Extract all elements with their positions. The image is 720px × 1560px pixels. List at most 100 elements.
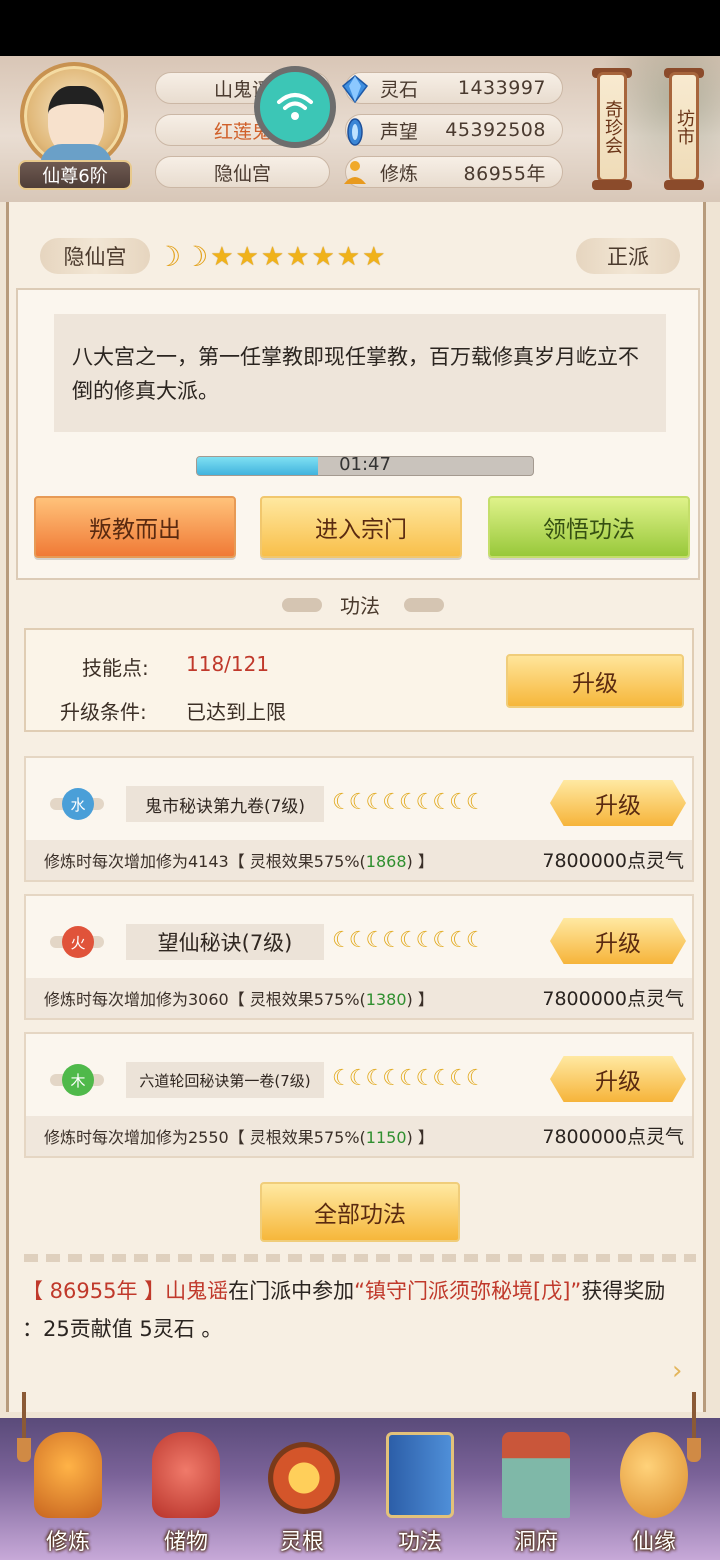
- stat-prestige: 声望 45392508: [345, 114, 563, 146]
- moon-icon: ☾: [415, 790, 436, 815]
- nav-label: 储物: [163, 1530, 208, 1555]
- moon-icon: ☾: [332, 1066, 352, 1091]
- gourd-icon: [620, 1432, 688, 1518]
- stat-label: 灵石: [380, 78, 419, 101]
- book-icon: [386, 1432, 454, 1518]
- stat-label: 修炼: [380, 162, 419, 185]
- storage-bag-icon: [152, 1432, 220, 1518]
- pavilion-icon: [502, 1432, 570, 1518]
- technique-header: 火 望仙秘诀(7级) ☾☾☾☾☾☾☾☾☾ 升级: [26, 896, 692, 978]
- effect-text-end: ) 】: [406, 990, 434, 1009]
- moon-icon: ☾: [432, 928, 452, 953]
- moon-icon: ☾: [398, 928, 419, 953]
- shop-market-button[interactable]: 坊市: [669, 72, 699, 182]
- star-icon: ★: [336, 241, 361, 272]
- star-icon: ★: [235, 241, 259, 272]
- log-player: 山鬼谣: [165, 1279, 229, 1303]
- sect-alignment-tag: 正派: [576, 238, 680, 274]
- moon-icon: ☽: [156, 240, 182, 273]
- effect-bonus: 1150: [365, 1128, 407, 1147]
- leave-sect-button[interactable]: 叛教而出: [34, 496, 236, 558]
- technique-row: 水 鬼市秘诀第九卷(7级) ☾☾☾☾☾☾☾☾☾ 升级 修炼时每次增加修为4143…: [24, 756, 694, 882]
- nav-spirit-root[interactable]: 灵根: [252, 1428, 352, 1556]
- nav-cultivate[interactable]: 修炼: [18, 1428, 118, 1556]
- chevron-right-icon[interactable]: ›: [672, 1356, 702, 1390]
- nav-cave[interactable]: 洞府: [486, 1428, 586, 1556]
- nav-label: 灵根: [279, 1530, 324, 1555]
- log-reward-label: 获得奖励: [581, 1279, 666, 1303]
- skill-points-value: 118/121: [186, 652, 270, 676]
- all-techniques-button[interactable]: 全部功法: [260, 1182, 460, 1242]
- nav-fortune[interactable]: 仙缘: [604, 1428, 704, 1556]
- moon-icon: ☾: [348, 790, 369, 815]
- water-element-icon: 水: [62, 788, 94, 820]
- log-year: 【 86955年 】: [22, 1279, 166, 1303]
- moon-icon: ☾: [365, 928, 385, 953]
- technique-upgrade-button[interactable]: 升级: [550, 918, 686, 964]
- wifi-icon: [277, 93, 313, 120]
- sect-description-card: 八大宫之一，第一任掌教即现任掌教，百万载修真岁月屹立不倒的修真大派。 01:47…: [16, 288, 700, 580]
- technique-moons: ☾☾☾☾☾☾☾☾☾: [332, 928, 486, 953]
- technique-moons: ☾☾☾☾☾☾☾☾☾: [332, 790, 486, 815]
- nav-label: 仙缘: [631, 1530, 676, 1555]
- scroll-cap: [592, 180, 632, 190]
- meditate-icon: [344, 161, 366, 184]
- scroll-cap: [664, 180, 704, 190]
- prestige-icon: [347, 118, 363, 146]
- effect-text-end: ) 】: [406, 1128, 434, 1147]
- player-sect-pill: 隐仙宫: [155, 156, 330, 188]
- moon-icon: ☾: [465, 790, 486, 815]
- spirit-root-icon: [268, 1442, 340, 1514]
- stat-value: 1433997: [457, 77, 546, 99]
- stat-value: 45392508: [445, 119, 546, 141]
- technique-name: 鬼市秘诀第九卷(7级): [126, 786, 324, 822]
- stat-value: 86955年: [463, 162, 546, 185]
- enter-sect-button[interactable]: 进入宗门: [260, 496, 462, 558]
- floating-wifi-button[interactable]: [254, 66, 336, 148]
- moon-icon: ☾: [382, 1066, 402, 1091]
- cultivate-icon: [34, 1432, 102, 1518]
- comprehend-skill-button[interactable]: 领悟功法: [488, 496, 690, 558]
- moon-icon: ☾: [398, 1066, 419, 1091]
- upgrade-condition-value: 已达到上限: [186, 700, 286, 724]
- nav-label: 功法: [397, 1530, 442, 1555]
- bottom-nav: 修炼 储物 灵根 功法 洞府 仙缘: [0, 1392, 720, 1560]
- moon-icon: ☾: [365, 790, 385, 815]
- technique-row: 木 六道轮回秘诀第一卷(7级) ☾☾☾☾☾☾☾☾☾ 升级 修炼时每次增加修为25…: [24, 1032, 694, 1158]
- shop-rare-button[interactable]: 奇珍会: [597, 72, 627, 182]
- technique-cost: 7800000点灵气: [542, 1126, 684, 1148]
- effect-text: 修炼时每次增加修为3060【 灵根效果575%(: [44, 990, 366, 1009]
- technique-moons: ☾☾☾☾☾☾☾☾☾: [332, 1066, 486, 1091]
- log-event: “镇守门派须弥秘境[戊]”: [354, 1279, 582, 1303]
- element-badge: 火: [48, 922, 104, 962]
- effect-text-end: ) 】: [406, 852, 434, 871]
- moon-icon: ☾: [382, 790, 402, 815]
- star-icon: ★: [311, 241, 335, 272]
- divider-ornament: [404, 598, 444, 612]
- nav-storage[interactable]: 储物: [136, 1428, 236, 1556]
- skill-upgrade-button[interactable]: 升级: [506, 654, 684, 708]
- moon-icon: ☾: [398, 790, 419, 815]
- skill-points-card: 技能点: 118/121 升级条件: 已达到上限 升级: [24, 628, 694, 732]
- technique-cost: 7800000点灵气: [542, 850, 684, 872]
- fire-element-icon: 火: [62, 926, 94, 958]
- nav-label: 修炼: [45, 1530, 90, 1555]
- star-icon: ★: [362, 241, 386, 272]
- ornament-line: [24, 1254, 696, 1262]
- technique-name: 六道轮回秘诀第一卷(7级): [126, 1062, 324, 1098]
- technique-effect: 修炼时每次增加修为4143【 灵根效果575%(1868) 】: [44, 848, 434, 872]
- element-badge: 木: [48, 1060, 104, 1100]
- stat-cultivation: 修炼 86955年: [344, 156, 563, 188]
- sect-name-tag: 隐仙宫: [40, 238, 150, 274]
- moon-icon: ☾: [432, 790, 452, 815]
- sect-timer-text: 01:47: [339, 454, 391, 475]
- status-bar: [0, 0, 720, 56]
- nav-techniques[interactable]: 功法: [370, 1428, 470, 1556]
- effect-bonus: 1380: [365, 990, 407, 1009]
- effect-text: 修炼时每次增加修为4143【 灵根效果575%(: [44, 852, 366, 871]
- technique-upgrade-button[interactable]: 升级: [550, 1056, 686, 1102]
- moon-icon: ☾: [449, 790, 469, 815]
- technique-upgrade-button[interactable]: 升级: [550, 780, 686, 826]
- avatar[interactable]: [20, 62, 128, 170]
- technique-effect: 修炼时每次增加修为2550【 灵根效果575%(1150) 】: [44, 1124, 434, 1148]
